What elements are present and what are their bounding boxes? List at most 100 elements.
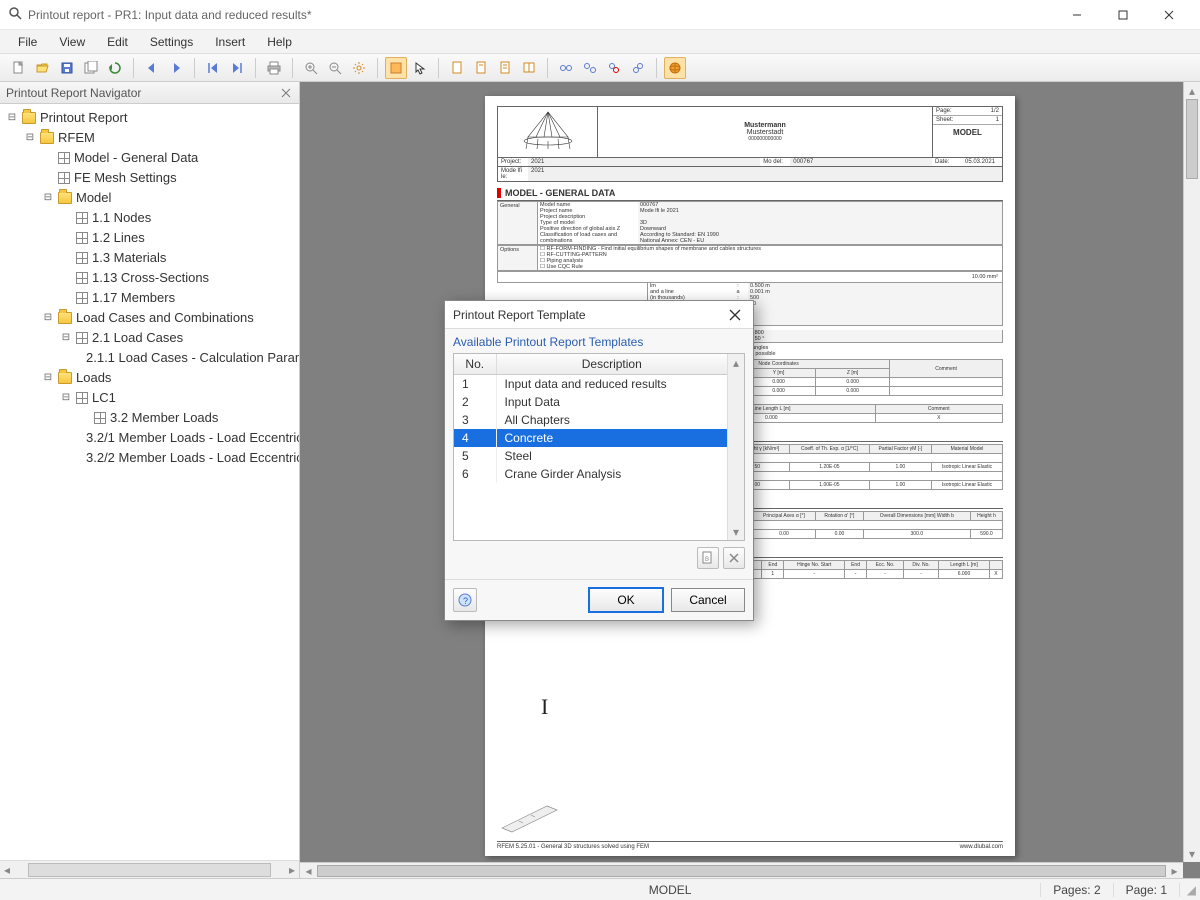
new-icon[interactable]	[8, 57, 30, 79]
tree-item[interactable]: 2.1.1 Load Cases - Calculation Parameter…	[86, 348, 299, 368]
navigator-panel: Printout Report Navigator ⊟ Printout Repo…	[0, 82, 300, 878]
doc4-icon[interactable]	[518, 57, 540, 79]
menu-view[interactable]: View	[49, 33, 95, 51]
menu-file[interactable]: File	[8, 33, 47, 51]
tree-item[interactable]: 1.1 Nodes	[92, 208, 151, 228]
preview-vscrollbar[interactable]: ▴ ▾	[1183, 82, 1200, 862]
navigator-title: Printout Report Navigator	[6, 86, 141, 100]
table-icon	[76, 332, 88, 344]
tree-loads[interactable]: Loads	[76, 368, 111, 388]
menu-insert[interactable]: Insert	[205, 33, 255, 51]
cancel-button[interactable]: Cancel	[671, 588, 745, 612]
company-code: 000000000000	[748, 136, 781, 142]
open-icon[interactable]	[32, 57, 54, 79]
expander-icon[interactable]: ⊟	[24, 132, 36, 144]
refresh-icon[interactable]	[104, 57, 126, 79]
doc1-icon[interactable]	[446, 57, 468, 79]
template-row[interactable]: 1Input data and reduced results	[454, 375, 727, 394]
tree-item[interactable]: LC1	[92, 388, 116, 408]
save-template-icon[interactable]: B	[697, 547, 719, 569]
close-button[interactable]	[1146, 0, 1192, 30]
template-list[interactable]: No.Description 1Input data and reduced r…	[453, 353, 745, 541]
expander-icon[interactable]: ⊟	[42, 372, 54, 384]
link1-icon[interactable]	[555, 57, 577, 79]
link3-icon[interactable]	[603, 57, 625, 79]
svg-text:?: ?	[463, 596, 468, 606]
tree-item[interactable]: 1.2 Lines	[92, 228, 145, 248]
tree-item[interactable]: 3.2/2 Member Loads - Load Eccentricities	[86, 448, 299, 468]
link4-icon[interactable]	[627, 57, 649, 79]
expander-icon[interactable]: ⊟	[60, 392, 72, 404]
company-name: Mustermann	[744, 122, 786, 129]
tree-item[interactable]: 3.2 Member Loads	[110, 408, 218, 428]
dialog-close-icon[interactable]	[725, 305, 745, 325]
folder-icon	[58, 372, 72, 384]
toolbar-separator	[133, 58, 134, 78]
tree-item[interactable]: 1.17 Members	[92, 288, 175, 308]
next-icon[interactable]	[165, 57, 187, 79]
maximize-button[interactable]	[1100, 0, 1146, 30]
titlebar: Printout report - PR1: Input data and re…	[0, 0, 1200, 30]
model-badge: MODEL	[933, 125, 1002, 140]
prev-icon[interactable]	[141, 57, 163, 79]
tree-item[interactable]: 1.13 Cross-Sections	[92, 268, 209, 288]
select-tool-icon[interactable]	[385, 57, 407, 79]
svg-text:B: B	[705, 557, 709, 563]
navigator-tree[interactable]: ⊟ Printout Report ⊟ RFEM Model - General D…	[0, 104, 299, 860]
table-icon	[94, 412, 106, 424]
doc2-icon[interactable]	[470, 57, 492, 79]
tree-model[interactable]: Model	[76, 188, 111, 208]
pointer-icon[interactable]	[409, 57, 431, 79]
navigator-header: Printout Report Navigator	[0, 82, 299, 104]
tree-item[interactable]: 2.1 Load Cases	[92, 328, 183, 348]
footer-right: www.dlubal.com	[960, 844, 1003, 850]
save-icon[interactable]	[56, 57, 78, 79]
help-icon[interactable]: ?	[453, 588, 477, 612]
template-row[interactable]: 5Steel	[454, 447, 727, 465]
navigator-hscrollbar[interactable]: ◂▸	[0, 860, 299, 878]
globe-icon[interactable]	[664, 57, 686, 79]
template-icon[interactable]	[80, 57, 102, 79]
toolbar-separator	[255, 58, 256, 78]
toolbar-separator	[438, 58, 439, 78]
first-page-icon[interactable]	[202, 57, 224, 79]
expander-icon[interactable]: ⊟	[6, 112, 18, 124]
tree-item[interactable]: FE Mesh Settings	[74, 168, 177, 188]
section-marker	[497, 188, 501, 198]
table-icon	[58, 152, 70, 164]
navigator-close-icon[interactable]	[279, 86, 293, 100]
company-city: Musterstadt	[747, 129, 784, 136]
template-row[interactable]: 2Input Data	[454, 393, 727, 411]
tree-item[interactable]: 3.2/1 Member Loads - Load Eccentricities	[86, 428, 299, 448]
zoom-out-icon[interactable]	[324, 57, 346, 79]
delete-template-icon[interactable]	[723, 547, 745, 569]
ok-button[interactable]: OK	[589, 588, 663, 612]
settings-icon[interactable]	[348, 57, 370, 79]
template-row[interactable]: 6Crane Girder Analysis	[454, 465, 727, 483]
print-icon[interactable]	[263, 57, 285, 79]
last-page-icon[interactable]	[226, 57, 248, 79]
dialog-list-scrollbar[interactable]: ▴▾	[727, 354, 744, 540]
tree-root[interactable]: Printout Report	[40, 108, 127, 128]
zoom-in-icon[interactable]	[300, 57, 322, 79]
preview-hscrollbar[interactable]: ◂▸	[300, 862, 1183, 878]
expander-icon[interactable]: ⊟	[42, 192, 54, 204]
resize-grip-icon[interactable]: ◢	[1180, 883, 1200, 897]
tree-item[interactable]: Model - General Data	[74, 148, 198, 168]
minimize-button[interactable]	[1054, 0, 1100, 30]
tree-rfem[interactable]: RFEM	[58, 128, 95, 148]
toolbar-separator	[547, 58, 548, 78]
template-row[interactable]: 4Concrete	[454, 429, 727, 447]
link2-icon[interactable]	[579, 57, 601, 79]
table-icon	[76, 292, 88, 304]
expander-icon[interactable]: ⊟	[60, 332, 72, 344]
status-page: Page: 1	[1114, 883, 1180, 897]
template-row[interactable]: 3All Chapters	[454, 411, 727, 429]
expander-icon[interactable]: ⊟	[42, 312, 54, 324]
menu-help[interactable]: Help	[257, 33, 302, 51]
tree-lcc[interactable]: Load Cases and Combinations	[76, 308, 254, 328]
menu-settings[interactable]: Settings	[140, 33, 203, 51]
menu-edit[interactable]: Edit	[97, 33, 138, 51]
tree-item[interactable]: 1.3 Materials	[92, 248, 166, 268]
doc3-icon[interactable]	[494, 57, 516, 79]
